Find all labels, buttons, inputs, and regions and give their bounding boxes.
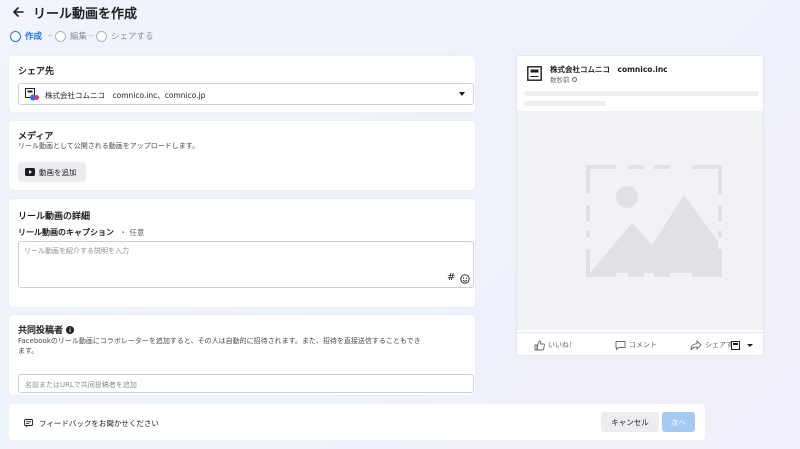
chevron-down-icon bbox=[747, 343, 753, 347]
back-arrow-icon[interactable] bbox=[10, 4, 26, 20]
page-avatar-icon bbox=[25, 88, 39, 101]
caption-skeleton-line bbox=[524, 91, 759, 96]
add-video-label: 動画を追加 bbox=[39, 168, 77, 177]
media-description: リール動画として公開される動画をアップロードします。 bbox=[18, 142, 200, 150]
page-title: リール動画を作成 bbox=[33, 7, 138, 22]
preview-timestamp: 数秒前 bbox=[550, 74, 577, 84]
step-divider bbox=[48, 35, 52, 36]
collaborator-card: 共同投稿者 Facebookのリール動画にコラボレーターを追加すると、その人は自… bbox=[9, 315, 475, 395]
reel-preview: 株式会社コムニコ comnico.inc 数秒前 いいね！ コメント シェアする bbox=[516, 55, 764, 356]
page-avatar-icon bbox=[731, 340, 740, 350]
comment-icon bbox=[615, 340, 626, 350]
preview-action-bar: いいね！ コメント シェアする bbox=[517, 332, 763, 356]
collaborator-placeholder: 名前またはURLで共同投稿者を追加 bbox=[25, 381, 137, 389]
step-label: シェアする bbox=[111, 32, 154, 42]
details-title: リール動画の詳細 bbox=[18, 212, 91, 222]
collaborator-title: 共同投稿者 bbox=[18, 326, 64, 336]
stepper: 作成 編集 シェアする bbox=[10, 28, 210, 44]
emoji-icon[interactable] bbox=[460, 274, 470, 284]
preview-audience-selector[interactable] bbox=[731, 339, 753, 351]
step-indicator-icon bbox=[55, 30, 66, 42]
step-share[interactable]: シェアする bbox=[96, 28, 154, 44]
collaborator-description: Facebookのリール動画にコラボレーターを追加すると、その人は自動的に招待さ… bbox=[18, 337, 421, 345]
step-create[interactable]: 作成 bbox=[10, 28, 42, 44]
preview-comment-button[interactable]: コメント bbox=[615, 339, 657, 351]
page-logo-icon bbox=[527, 66, 542, 81]
hashtag-icon[interactable]: # bbox=[447, 272, 455, 283]
share-icon bbox=[690, 339, 702, 350]
share-card: シェア先 株式会社コムニコ comnico.inc、comnico.jp bbox=[9, 56, 475, 112]
step-divider bbox=[89, 35, 93, 36]
next-button[interactable]: 次へ bbox=[662, 412, 695, 432]
video-icon bbox=[25, 168, 35, 176]
share-destination-select[interactable]: 株式会社コムニコ comnico.inc、comnico.jp bbox=[18, 83, 474, 105]
image-placeholder-icon bbox=[586, 165, 722, 277]
caption-label-row: リール動画のキャプション ・ 任意 bbox=[18, 227, 144, 238]
add-video-button[interactable]: 動画を追加 bbox=[18, 162, 86, 182]
cancel-button[interactable]: キャンセル bbox=[601, 412, 659, 432]
chevron-down-icon bbox=[459, 92, 465, 96]
share-title: シェア先 bbox=[18, 67, 55, 77]
preview-media-area bbox=[517, 111, 763, 330]
collaborator-title-row: 共同投稿者 bbox=[18, 323, 75, 336]
comment-label: コメント bbox=[629, 341, 657, 349]
step-label: 編集 bbox=[70, 32, 88, 42]
feedback-icon bbox=[24, 418, 33, 427]
preview-time-text: 数秒前 bbox=[550, 76, 570, 84]
step-indicator-icon bbox=[96, 30, 107, 42]
step-edit[interactable]: 編集 bbox=[55, 28, 87, 44]
collaborator-input[interactable]: 名前またはURLで共同投稿者を追加 bbox=[18, 374, 474, 393]
caption-skeleton-line bbox=[524, 101, 606, 106]
feedback-label: フィードバックをお聞かせください bbox=[39, 418, 159, 428]
step-label: 作成 bbox=[25, 32, 43, 42]
info-icon[interactable] bbox=[66, 325, 75, 334]
step-indicator-icon bbox=[10, 30, 21, 42]
details-card: リール動画の詳細 リール動画のキャプション ・ 任意 リール動画を紹介する説明を… bbox=[9, 199, 475, 307]
preview-like-button[interactable]: いいね！ bbox=[534, 339, 576, 351]
media-card: メディア リール動画として公開される動画をアップロードします。 動画を追加 bbox=[9, 121, 475, 190]
caption-optional: ・ 任意 bbox=[119, 228, 145, 237]
collaborator-description-tail: ます。 bbox=[18, 347, 39, 355]
caption-label: リール動画のキャプション bbox=[18, 228, 114, 237]
caption-textarea[interactable]: リール動画を紹介する説明を入力 # bbox=[18, 241, 474, 288]
caption-placeholder: リール動画を紹介する説明を入力 bbox=[24, 247, 129, 255]
header: リール動画を作成 bbox=[0, 0, 800, 26]
share-page-name: 株式会社コムニコ comnico.inc、comnico.jp bbox=[45, 91, 206, 100]
like-label: いいね！ bbox=[548, 341, 576, 349]
like-icon bbox=[534, 340, 545, 350]
feedback-link[interactable]: フィードバックをお聞かせください bbox=[24, 417, 159, 429]
globe-icon bbox=[571, 76, 577, 82]
footer-bar: フィードバックをお聞かせください キャンセル 次へ bbox=[9, 404, 705, 440]
